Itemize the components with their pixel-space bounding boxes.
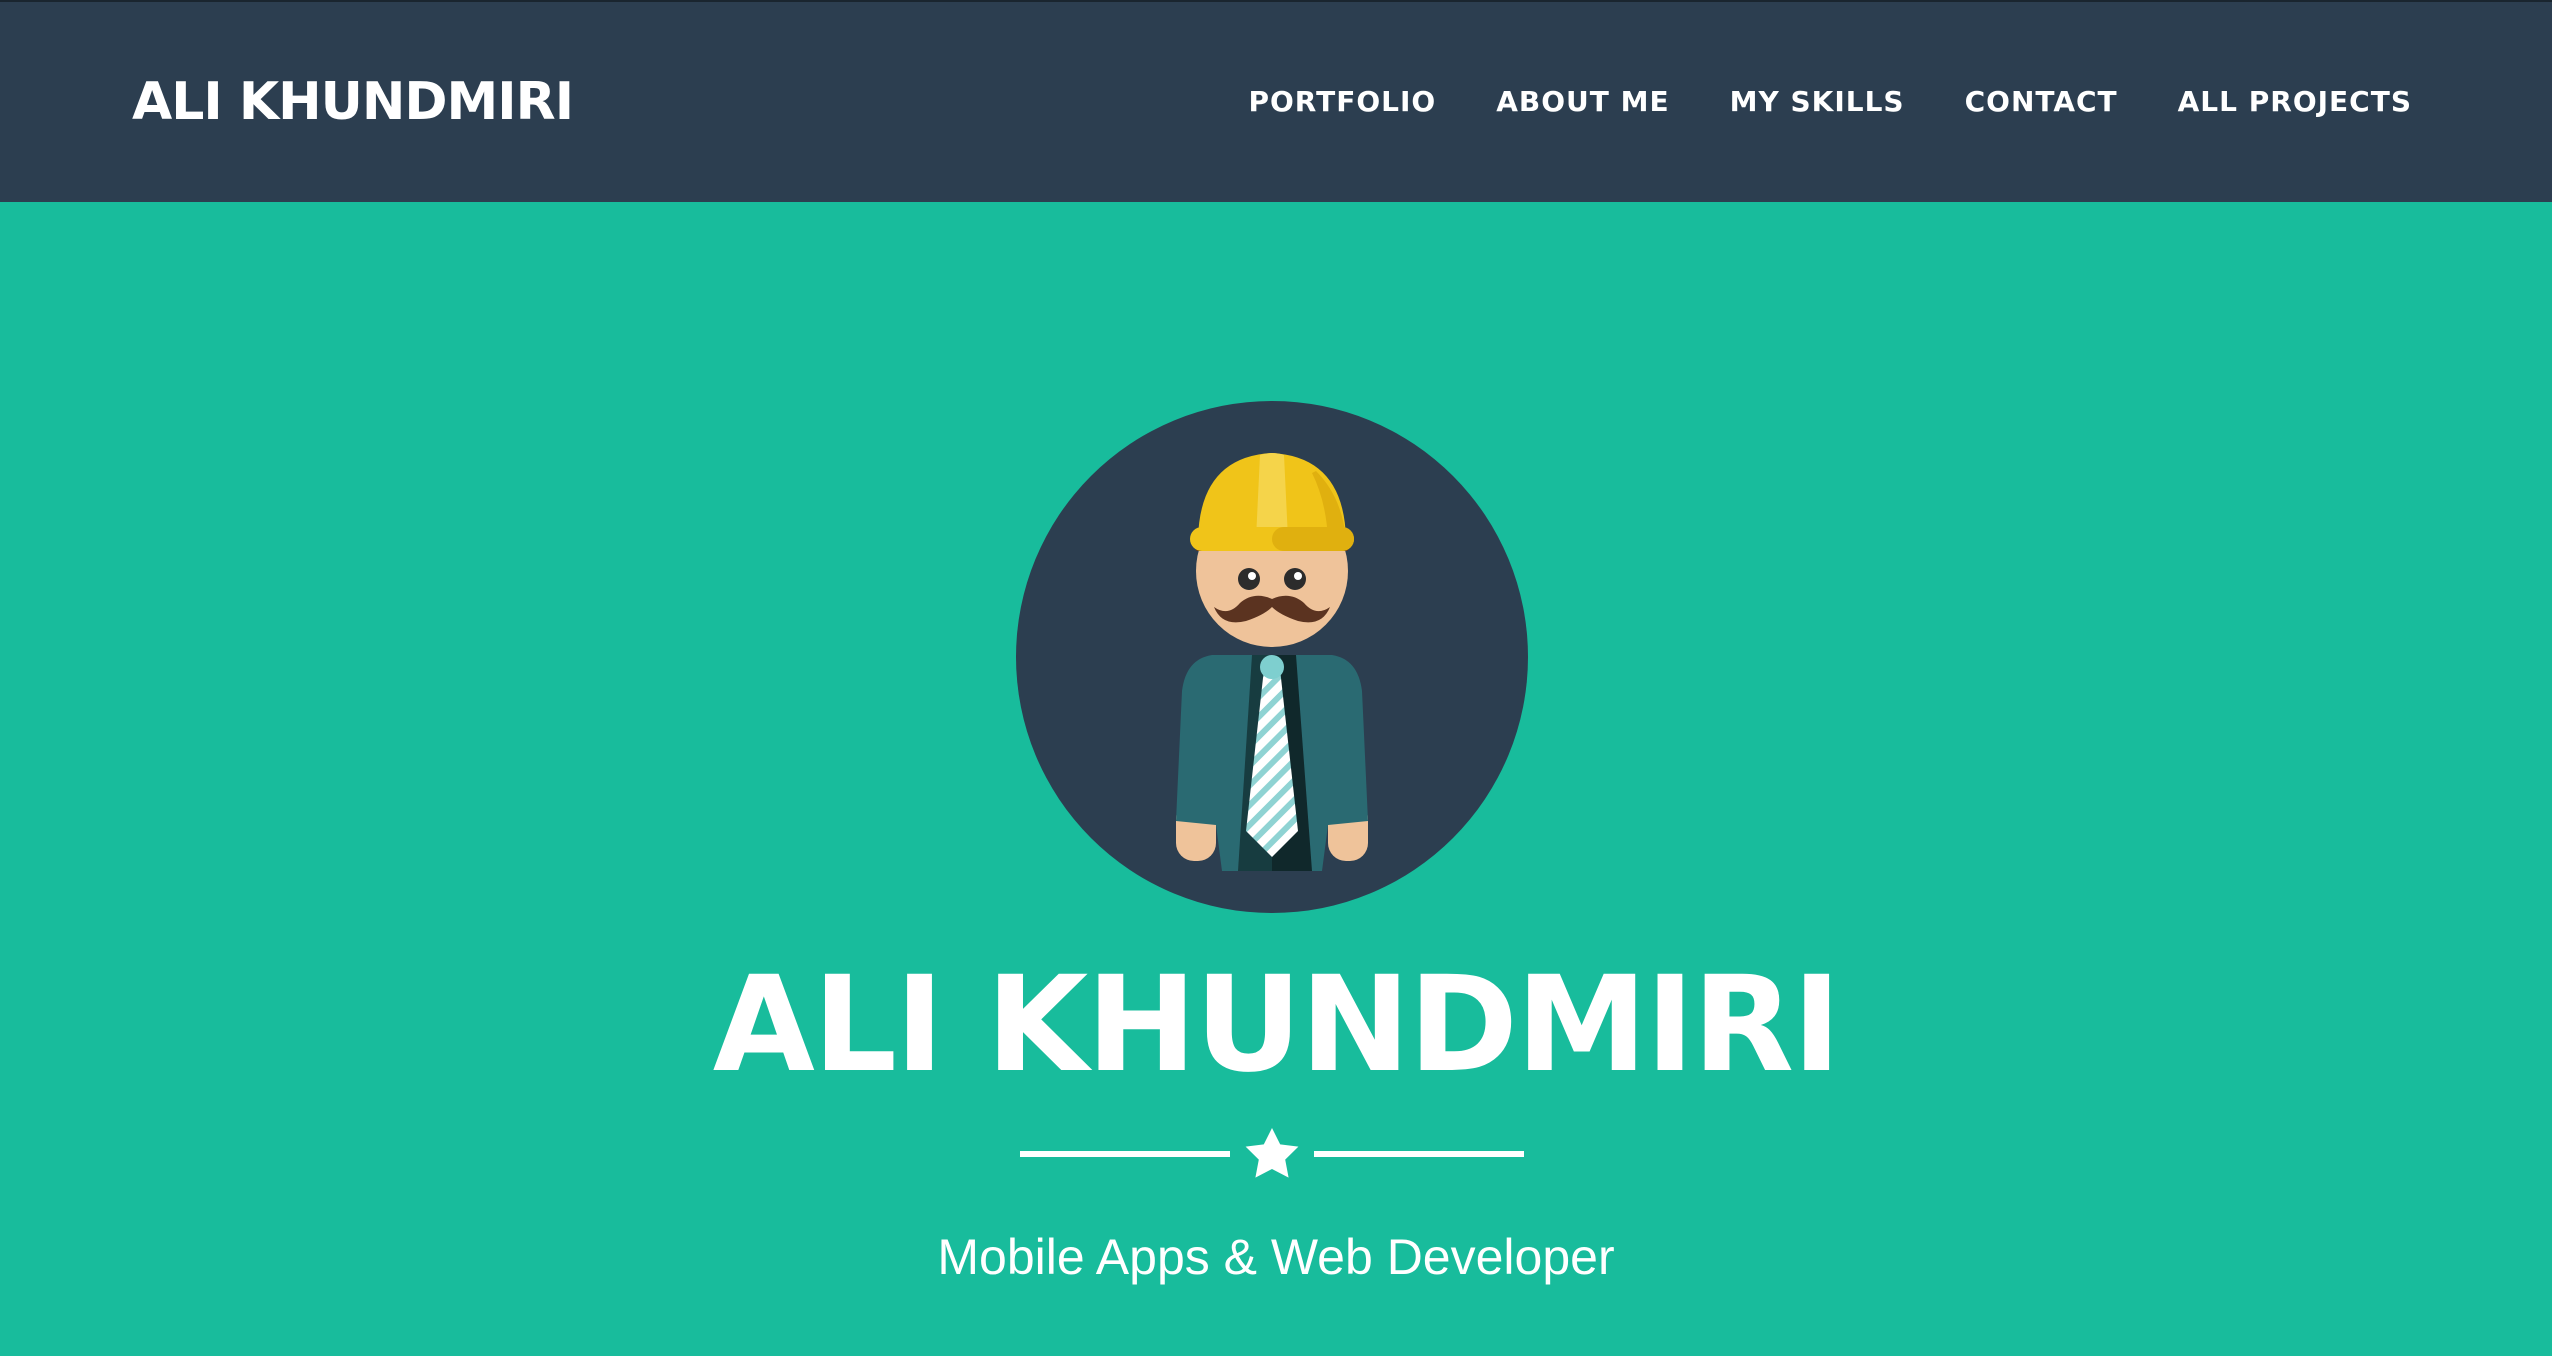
hero-title: ALI KHUNDMIRI [712,948,1842,1102]
star-divider [1020,1128,1524,1178]
nav-link-all-projects[interactable]: ALL PROJECTS [2178,82,2412,122]
nav-link-contact[interactable]: CONTACT [1965,82,2118,122]
divider-line-right [1314,1151,1524,1157]
top-navbar: ALI KHUNDMIRI PORTFOLIO ABOUT ME MY SKIL… [0,0,2552,202]
nav-link-about-me[interactable]: ABOUT ME [1496,82,1669,122]
nav-menu: PORTFOLIO ABOUT ME MY SKILLS CONTACT ALL… [1248,82,2412,122]
nav-link-my-skills[interactable]: MY SKILLS [1730,82,1905,122]
engineer-avatar-icon [1016,401,1528,913]
divider-line-left [1020,1151,1230,1157]
hero-subtitle: Mobile Apps & Web Developer [937,1229,1615,1285]
nav-link-portfolio[interactable]: PORTFOLIO [1248,82,1436,122]
brand-link[interactable]: ALI KHUNDMIRI [132,66,574,138]
star-icon [1245,1128,1299,1178]
